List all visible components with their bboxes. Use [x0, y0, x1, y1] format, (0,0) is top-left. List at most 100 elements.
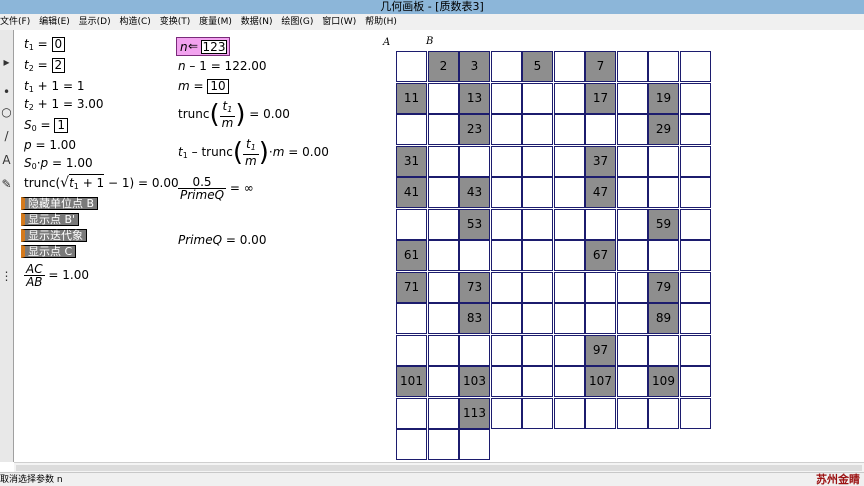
prime-cell: 97	[585, 335, 616, 366]
table-cell	[554, 272, 585, 303]
point-b-label[interactable]: B	[426, 36, 433, 47]
menu-help[interactable]: 帮助(H)	[365, 14, 397, 30]
t1-plus-1-calc[interactable]: t1 + 1 = 1	[24, 79, 84, 97]
menu-edit[interactable]: 编辑(E)	[39, 14, 70, 30]
s0-parameter[interactable]: S0 = 1	[24, 118, 69, 136]
n-value[interactable]: 123	[201, 40, 227, 54]
primeq-calc[interactable]: PrimeQ = 0.00	[178, 233, 266, 247]
table-cell	[491, 146, 522, 177]
table-cell	[554, 114, 585, 145]
prime-cell: 61	[396, 240, 427, 271]
table-cell	[617, 177, 648, 208]
t1-value[interactable]: 0	[51, 37, 66, 52]
ac-ab-ratio[interactable]: AC AB = 1.00	[24, 263, 89, 288]
table-cell	[680, 272, 711, 303]
table-cell	[680, 303, 711, 334]
t2-value[interactable]: 2	[51, 58, 66, 73]
table-cell	[428, 209, 459, 240]
table-cell	[491, 209, 522, 240]
prime-cell: 89	[648, 303, 679, 334]
prime-cell: 29	[648, 114, 679, 145]
t1-parameter[interactable]: t1 = 0	[24, 37, 66, 55]
table-cell	[585, 209, 616, 240]
show-point-c-button[interactable]: 显示点 C	[21, 245, 77, 258]
window-title: 几何画板 - [质数表3]	[0, 0, 864, 14]
prime-cell: 103	[459, 366, 490, 397]
table-cell	[396, 335, 427, 366]
half-over-primeq-calc[interactable]: 0.5 PrimeQ = ∞	[178, 176, 254, 201]
table-cell	[522, 272, 553, 303]
table-cell	[617, 51, 648, 82]
table-cell	[491, 240, 522, 271]
hide-unit-point-b-button[interactable]: 隐藏单位点 B	[21, 197, 99, 210]
table-cell	[428, 398, 459, 429]
prime-cell: 13	[459, 83, 490, 114]
custom-tool-icon[interactable]: ⋮	[0, 266, 13, 286]
line-tool-icon[interactable]: /	[0, 126, 13, 146]
trunc-sqrt-calc[interactable]: trunc(√t1 + 1 − 1) = 0.00	[24, 174, 179, 194]
prime-cell: 19	[648, 83, 679, 114]
prime-cell: 59	[648, 209, 679, 240]
p-calc[interactable]: p = 1.00	[24, 138, 76, 152]
table-cell	[491, 335, 522, 366]
prime-cell: 37	[585, 146, 616, 177]
compass-tool-icon[interactable]: ○	[0, 102, 13, 122]
menu-file[interactable]: 文件(F)	[0, 14, 30, 30]
table-cell	[491, 398, 522, 429]
table-cell	[522, 114, 553, 145]
arrow-tool-icon[interactable]: ▸	[0, 52, 13, 72]
table-cell	[396, 429, 427, 460]
menu-measure[interactable]: 度量(M)	[199, 14, 232, 30]
prime-cell: 31	[396, 146, 427, 177]
prime-cell: 3	[459, 51, 490, 82]
menu-graph[interactable]: 绘图(G)	[281, 14, 313, 30]
point-tool-icon[interactable]: •	[0, 82, 13, 102]
marker-tool-icon[interactable]: ✎	[0, 174, 13, 194]
s0-value[interactable]: 1	[54, 118, 69, 133]
table-cell	[522, 240, 553, 271]
table-cell	[428, 272, 459, 303]
menu-transform[interactable]: 变换(T)	[160, 14, 191, 30]
n-minus-1-calc[interactable]: n – 1 = 122.00	[178, 59, 267, 73]
prime-cell: 53	[459, 209, 490, 240]
table-cell	[585, 303, 616, 334]
menu-display[interactable]: 显示(D)	[79, 14, 111, 30]
n-parameter[interactable]: n ⇐ 123	[176, 37, 230, 56]
table-cell	[428, 303, 459, 334]
table-cell	[680, 51, 711, 82]
prime-cell: 7	[585, 51, 616, 82]
table-cell	[648, 398, 679, 429]
table-cell	[617, 303, 648, 334]
menu-construct[interactable]: 构造(C)	[120, 14, 151, 30]
table-cell	[522, 398, 553, 429]
table-cell	[680, 114, 711, 145]
table-cell	[554, 51, 585, 82]
table-cell	[522, 177, 553, 208]
horizontal-scrollbar[interactable]	[14, 462, 864, 472]
t2-plus-1-calc[interactable]: t2 + 1 = 3.00	[24, 97, 104, 115]
watermark-text: 苏州金睛	[816, 473, 860, 486]
table-cell	[396, 209, 427, 240]
scrollbar-thumb[interactable]	[16, 465, 862, 471]
table-cell	[648, 177, 679, 208]
s0p-calc[interactable]: S0·p = 1.00	[24, 156, 93, 174]
tool-palette: ▸ • ○ / A ✎ ⋮	[0, 30, 14, 462]
m-parameter[interactable]: m = 10	[178, 79, 229, 94]
table-cell	[491, 177, 522, 208]
trunc-t1-m-calc[interactable]: trunc(t1 m) = 0.00	[178, 100, 290, 129]
t2-parameter[interactable]: t2 = 2	[24, 58, 66, 76]
status-text: 取消选择参数 n	[0, 475, 63, 485]
point-a-label[interactable]: A	[383, 37, 390, 48]
table-cell	[617, 114, 648, 145]
table-cell	[428, 335, 459, 366]
t1-minus-trunc-calc[interactable]: t1 – trunc(t1 m)·m = 0.00	[178, 138, 329, 167]
m-value[interactable]: 10	[207, 79, 229, 94]
table-cell	[491, 303, 522, 334]
table-cell	[680, 209, 711, 240]
menu-window[interactable]: 窗口(W)	[322, 14, 356, 30]
table-cell	[396, 51, 427, 82]
menu-data[interactable]: 数据(N)	[241, 14, 273, 30]
show-iteration-button[interactable]: 显示迭代象	[21, 229, 87, 242]
text-tool-icon[interactable]: A	[0, 150, 13, 170]
show-point-b-prime-button[interactable]: 显示点 B'	[21, 213, 80, 226]
